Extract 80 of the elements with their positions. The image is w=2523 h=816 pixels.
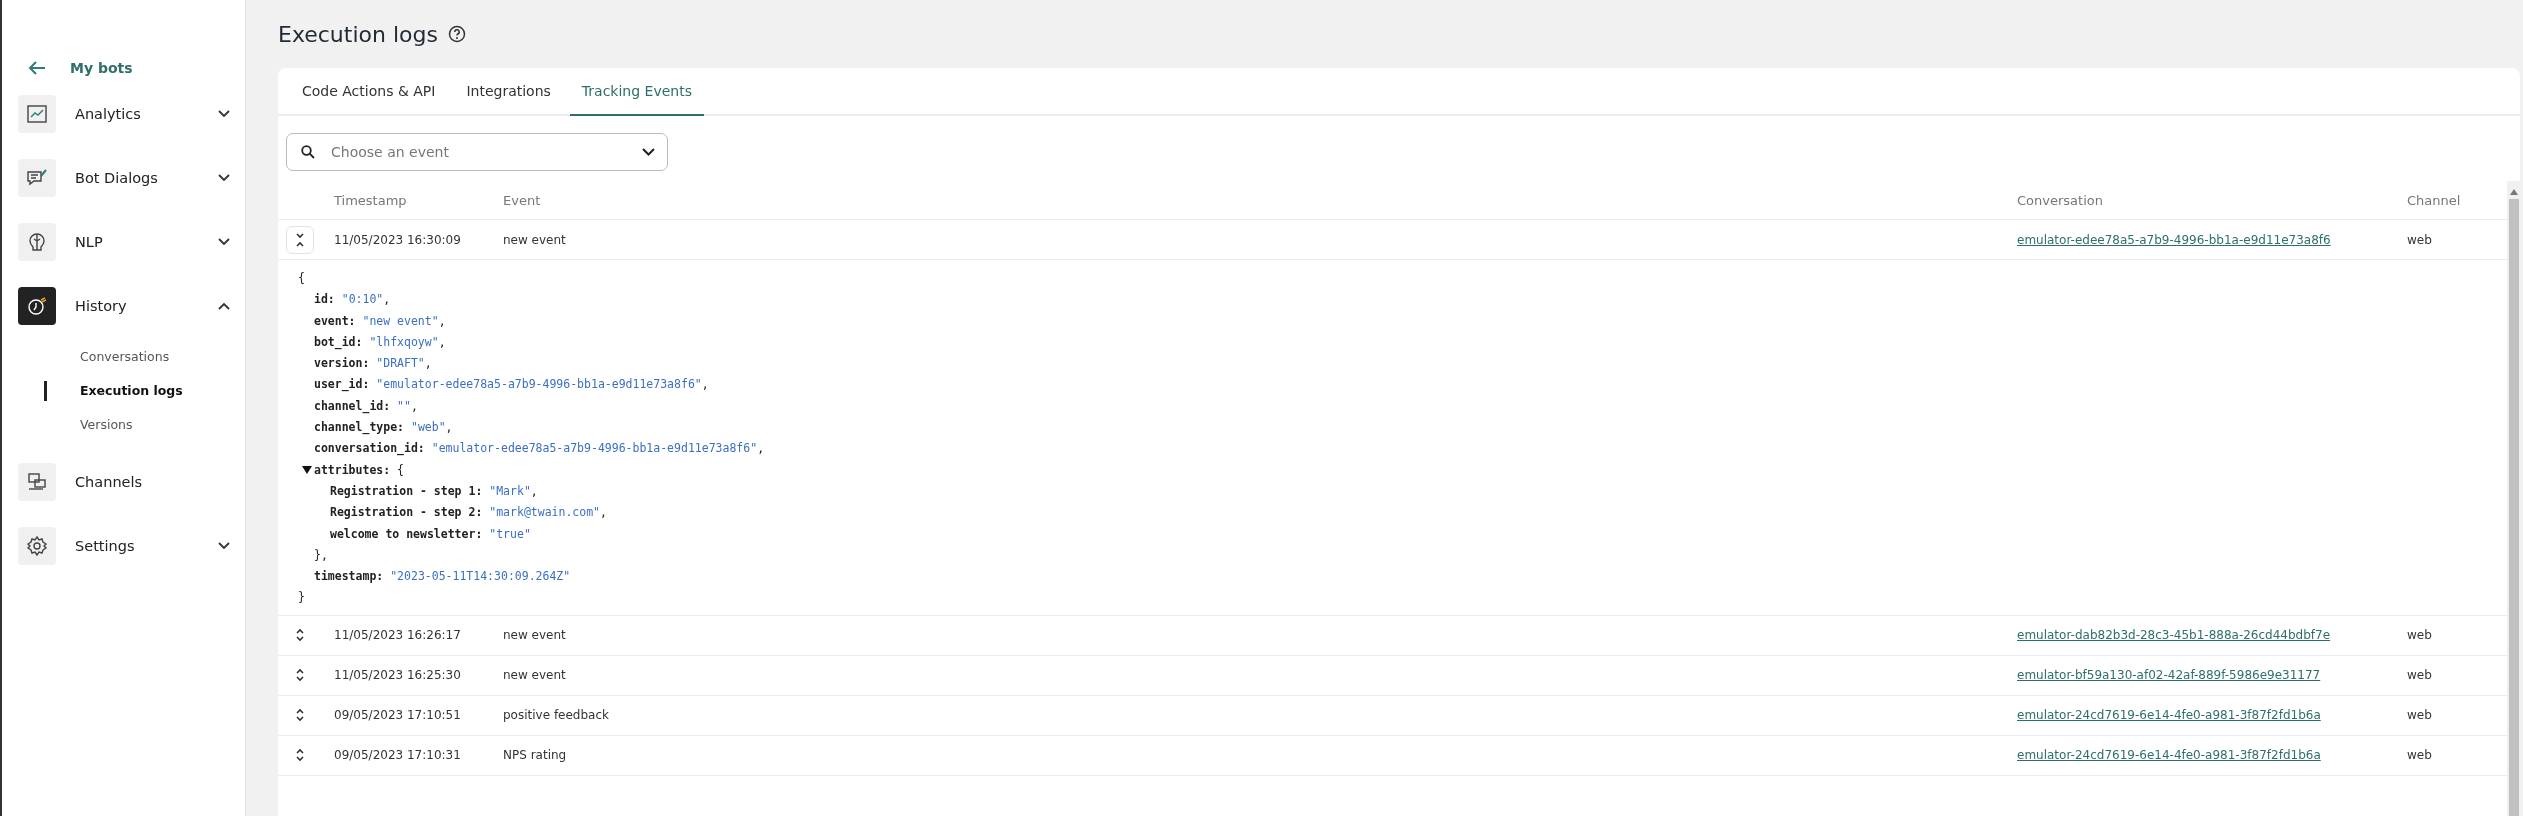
column-header: Timestamp <box>334 192 408 208</box>
json-line: Registration - step 2: "mark@twain.com", <box>329 504 608 522</box>
column-header: Event <box>503 192 542 208</box>
chat-pencil-icon <box>18 159 56 197</box>
search-input[interactable]: Choose an event <box>329 143 628 161</box>
sub-nav-item[interactable]: Conversations <box>44 340 245 374</box>
clock-icon <box>18 287 56 325</box>
json-line: event: "new event", <box>313 312 447 330</box>
chevrons-icon <box>295 748 305 763</box>
column-header: Conversation <box>2017 192 2104 208</box>
nav-item[interactable]: Analytics <box>18 94 230 134</box>
json-line: user_id: "emulator-edee78a5-a7b9-4996-bb1a-e9d11e73a8f6", <box>313 376 710 394</box>
column-header: Channel <box>2407 192 2462 208</box>
json-line: } <box>298 589 306 607</box>
page-title: Execution logs <box>278 21 438 47</box>
table-cell-text: 09/05/2023 17:10:31 <box>334 748 462 763</box>
tab[interactable]: Integrations <box>454 68 563 116</box>
json-line: id: "0:10", <box>313 291 392 309</box>
json-line: bot_id: "lhfxqoyw", <box>313 333 447 352</box>
json-line: { <box>298 270 306 287</box>
conversation-link[interactable]: emulator-bf59a130-af02-42af-889f-5986e9e31177 <box>2017 668 2407 683</box>
json-line: }, <box>313 546 329 564</box>
chevron-down-icon <box>218 542 230 550</box>
chevron-down-icon <box>218 110 230 118</box>
scrollbar[interactable] <box>2507 181 2520 816</box>
nav-item[interactable]: Bot Dialogs <box>18 158 230 198</box>
monitor-icon <box>18 463 56 501</box>
table-cell-text: web <box>2407 708 2433 723</box>
json-line: channel_id: "", <box>313 397 419 416</box>
json-line: timestamp: "2023-05-11T14:30:09.264Z" <box>313 568 572 586</box>
chevrons-icon <box>295 708 305 723</box>
conversation-link[interactable]: emulator-24cd7619-6e14-4fe0-a981-3f87f2fd1b6a <box>2017 748 2407 763</box>
chart-icon <box>18 95 56 133</box>
chevron-down-icon <box>218 174 230 182</box>
table-cell-text: web <box>2407 628 2433 643</box>
sub-nav-item[interactable]: Execution logs <box>44 381 245 401</box>
expand-toggle[interactable] <box>286 225 314 254</box>
table-cell-text: 11/05/2023 16:26:17 <box>334 628 462 643</box>
brain-icon <box>18 223 56 261</box>
tab[interactable]: Code Actions & API <box>290 68 448 116</box>
conversation-link[interactable]: emulator-24cd7619-6e14-4fe0-a981-3f87f2fd1b6a <box>2017 708 2407 723</box>
tab[interactable]: Tracking Events <box>569 68 704 116</box>
table-cell-text: 11/05/2023 16:30:09 <box>334 232 462 247</box>
json-line: welcome to newsletter: "true" <box>329 525 532 543</box>
json-line: Registration - step 1: "Mark", <box>329 482 539 500</box>
nav-item[interactable]: Channels <box>18 462 230 502</box>
json-line: attributes: { <box>314 461 405 479</box>
collapse-triangle-icon[interactable] <box>302 466 312 475</box>
table-cell-text: positive feedback <box>503 708 610 723</box>
scroll-up-arrow-icon[interactable] <box>2509 189 2518 195</box>
sub-nav-item[interactable]: Versions <box>44 408 245 442</box>
chevron-up-icon <box>218 302 230 310</box>
table-cell-text: 09/05/2023 17:10:51 <box>334 708 462 723</box>
settings-icon <box>18 527 56 565</box>
table-cell-text: 11/05/2023 16:25:30 <box>334 668 462 683</box>
chevron-down-icon <box>218 238 230 246</box>
help-icon[interactable] <box>447 25 466 43</box>
chevrons-icon <box>295 628 305 643</box>
table-cell-text: new event <box>503 628 567 643</box>
table-cell-text: new event <box>503 232 567 247</box>
nav-item[interactable]: Settings <box>18 526 230 566</box>
conversation-link[interactable]: emulator-dab82b3d-28c3-45b1-888a-26cd44bdbf7e <box>2017 628 2407 643</box>
conversation-link[interactable]: emulator-edee78a5-a7b9-4996-bb1a-e9d11e73a8f6 <box>2017 232 2407 247</box>
table-cell-text: new event <box>503 668 567 683</box>
json-line: conversation_id: "emulator-edee78a5-a7b9-4996-bb1a-e9d11e73a8f6", <box>313 440 766 458</box>
search-icon <box>301 145 315 159</box>
chevrons-icon <box>295 232 305 247</box>
chevron-down-icon <box>642 148 655 156</box>
table-cell-text: web <box>2407 668 2433 683</box>
table-cell-text: web <box>2407 232 2433 247</box>
json-line: version: "DRAFT", <box>313 355 433 373</box>
nav-item[interactable]: NLP <box>18 222 230 262</box>
json-line: channel_type: "web", <box>313 419 454 437</box>
nav-item[interactable]: History <box>18 286 230 326</box>
back-arrow-icon <box>28 60 46 76</box>
chevrons-icon <box>295 668 305 683</box>
table-cell-text: web <box>2407 748 2433 763</box>
back-link[interactable]: My bots <box>28 56 245 80</box>
event-select[interactable]: Choose an event <box>286 133 668 171</box>
table-cell-text: NPS rating <box>503 748 568 763</box>
